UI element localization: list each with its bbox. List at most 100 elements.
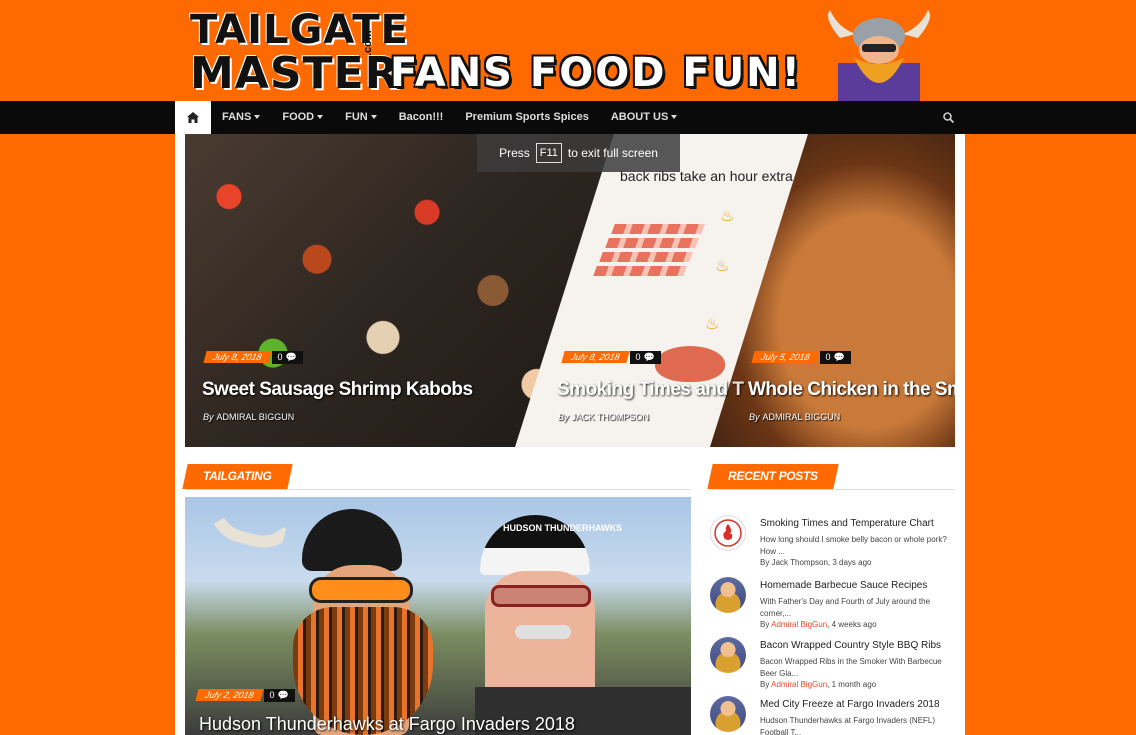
fullscreen-suffix-text: to exit full screen	[567, 146, 658, 160]
comment-icon: 💬	[285, 351, 297, 362]
author-link[interactable]: ADMIRAL BIGGUN	[763, 412, 841, 422]
site-tagline: FANS FOOD FUN!	[390, 50, 802, 96]
hungry-logo-icon	[714, 519, 742, 547]
logo-line-1: TAILGATE	[190, 7, 409, 53]
section-label[interactable]: TAILGATING	[182, 464, 293, 489]
fullscreen-press-text: Press	[499, 146, 530, 160]
author-avatar[interactable]	[710, 637, 746, 673]
fan-moustache	[515, 625, 571, 639]
home-icon	[187, 112, 199, 123]
search-icon	[942, 112, 954, 123]
flame-icon: ♨	[715, 258, 730, 275]
slide-meta: July 5, 2018 0 💬	[751, 350, 851, 364]
nav-item-bacon[interactable]: Bacon!!!	[388, 101, 455, 134]
recent-post-title[interactable]: Homemade Barbecue Sauce Recipes	[760, 580, 927, 591]
fullscreen-key: F11	[535, 143, 562, 163]
by-label: By	[760, 620, 770, 629]
logo-suffix: .com	[362, 30, 374, 56]
flame-icon: ♨	[705, 316, 720, 333]
recent-posts-section-header: RECENT POSTS	[707, 464, 955, 490]
nav-item-label: Bacon!!!	[398, 111, 444, 123]
main-navbar: FANS FOOD FUN Bacon!!! Premium Sports Spices…	[0, 101, 1136, 134]
cap-text: HUDSON THUNDERHAWKS	[503, 523, 622, 533]
author-link[interactable]: Admiral BigGun	[771, 620, 827, 629]
by-label: By	[558, 412, 569, 422]
comment-icon: 💬	[643, 351, 655, 362]
caret-down-icon	[370, 115, 377, 120]
section-label-text: RECENT POSTS	[728, 469, 818, 483]
by-label: By	[760, 680, 770, 689]
comment-count-value: 0	[825, 352, 831, 362]
nav-item-fans[interactable]: FANS	[211, 101, 271, 134]
recent-post-excerpt: How long should I smoke belly bacon or w…	[760, 535, 947, 556]
nav-item-premium-sports-spices[interactable]: Premium Sports Spices	[454, 101, 600, 134]
by-label: By	[749, 412, 760, 422]
by-label: By	[760, 558, 770, 567]
comment-count-value: 0	[269, 690, 275, 700]
site-logo[interactable]: TAILGATE MASTER .com	[190, 8, 408, 100]
slide-author: By JACK THOMPSON	[558, 412, 649, 422]
comment-count[interactable]: 0 💬	[819, 350, 851, 364]
author-name: Jack Thompson	[771, 558, 828, 567]
section-label[interactable]: RECENT POSTS	[707, 464, 839, 489]
recent-post-byline: By Admiral BigGun, 4 weeks ago	[760, 620, 877, 629]
nav-item-about-us[interactable]: ABOUT US	[600, 101, 688, 134]
post-thumbnail[interactable]	[710, 515, 746, 551]
comment-count[interactable]: 0 💬	[271, 350, 303, 364]
viking-horn	[199, 497, 302, 557]
author-link[interactable]: Admiral BigGun	[771, 680, 827, 689]
author-avatar[interactable]	[710, 577, 746, 613]
recent-post-byline: By Admiral BigGun, 1 month ago	[760, 680, 877, 689]
logo-line-2: MASTER	[190, 48, 400, 99]
post-date: July 2, 2018	[195, 689, 264, 701]
pig-illustration	[655, 346, 725, 382]
bacon-strip	[599, 252, 693, 262]
comment-icon: 💬	[833, 351, 845, 362]
slide-meta: July 8, 2018 0 💬	[203, 350, 303, 364]
nav-item-label: Premium Sports Spices	[465, 111, 589, 123]
caret-down-icon	[254, 115, 261, 120]
slide-title[interactable]: Smoking Times and T	[557, 379, 744, 401]
tailgating-section-header: TAILGATING	[182, 464, 691, 490]
caret-down-icon	[317, 115, 324, 120]
comment-count[interactable]: 0 💬	[629, 350, 661, 364]
post-date: July 8, 2018	[561, 351, 630, 363]
recent-post-title[interactable]: Med City Freeze at Fargo Invaders 2018	[760, 699, 940, 710]
featured-slider: back ribs take an hour extra to ♨ ♨ ♨ Ju…	[185, 134, 955, 447]
slide-title[interactable]: Sweet Sausage Shrimp Kabobs	[202, 379, 473, 401]
author-link[interactable]: ADMIRAL BIGGUN	[217, 412, 295, 422]
recent-post-title[interactable]: Smoking Times and Temperature Chart	[760, 518, 934, 529]
nav-item-label: ABOUT US	[610, 111, 669, 123]
home-button[interactable]	[175, 101, 211, 134]
comment-count-value: 0	[277, 352, 283, 362]
nav-item-label: FUN	[345, 111, 368, 123]
bacon-strip	[611, 224, 705, 234]
slide-title[interactable]: Whole Chicken in the Smok	[748, 379, 955, 401]
author-link[interactable]: JACK THOMPSON	[572, 412, 649, 422]
recent-post-byline: By Jack Thompson, 3 days ago	[760, 558, 872, 567]
post-time: 4 weeks ago	[831, 620, 877, 629]
author-avatar[interactable]	[710, 696, 746, 732]
bacon-strip	[605, 238, 699, 248]
post-title[interactable]: Hudson Thunderhawks at Fargo Invaders 20…	[199, 714, 575, 735]
fullscreen-notice: Press F11 to exit full screen	[477, 134, 680, 172]
slide-meta: July 8, 2018 0 💬	[561, 350, 661, 364]
flame-icon: ♨	[720, 208, 735, 225]
search-button[interactable]	[937, 101, 959, 134]
nav-item-label: FANS	[222, 111, 252, 123]
fan-sunglasses	[491, 585, 591, 607]
nav-menu: FANS FOOD FUN Bacon!!! Premium Sports Spices…	[211, 101, 688, 134]
fan-sunglasses	[309, 577, 413, 603]
recent-post-excerpt: With Father's Day and Fourth of July aro…	[760, 597, 931, 618]
nav-item-food[interactable]: FOOD	[271, 101, 334, 134]
main-content: back ribs take an hour extra to ♨ ♨ ♨ Ju…	[175, 134, 965, 735]
featured-post[interactable]: HUDSON THUNDERHAWKS July 2, 2018 0 💬 Huds…	[185, 497, 691, 735]
slide-author: By ADMIRAL BIGGUN	[203, 412, 294, 422]
nav-item-fun[interactable]: FUN	[334, 101, 388, 134]
post-time: 1 month ago	[831, 680, 877, 689]
comment-count[interactable]: 0 💬	[263, 688, 295, 702]
recent-post-excerpt: Hudson Thunderhawks at Fargo Invaders (N…	[760, 716, 936, 735]
slide-author: By ADMIRAL BIGGUN	[749, 412, 840, 422]
recent-post-title[interactable]: Bacon Wrapped Country Style BBQ Ribs	[760, 640, 941, 651]
post-meta: July 2, 2018 0 💬	[195, 688, 295, 702]
